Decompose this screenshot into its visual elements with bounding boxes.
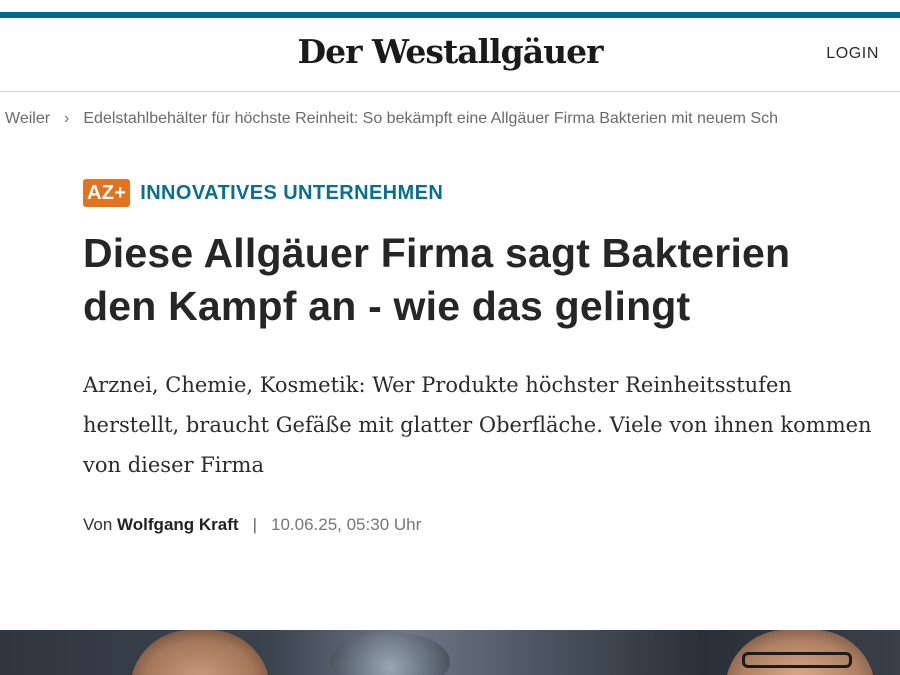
article-byline: Von Wolfgang Kraft | 10.06.25, 05:30 Uhr <box>83 515 421 535</box>
headline-line-1: Diese Allgäuer Firma sagt Bakterien <box>83 230 791 276</box>
breadcrumb-item-weiler[interactable]: Weiler <box>5 110 50 127</box>
steel-vessel-figure <box>330 632 450 675</box>
site-logo[interactable]: Der Westallgäuer <box>0 32 900 71</box>
az-plus-badge: AZ+ <box>83 179 131 207</box>
article-headline: Diese Allgäuer Firma sagt Bakterien den … <box>83 227 873 333</box>
byline-separator: | <box>252 515 257 534</box>
breadcrumb-item-current: Edelstahlbehälter für höchste Reinheit: … <box>83 110 778 127</box>
article-teaser: Arznei, Chemie, Kosmetik: Wer Produkte h… <box>83 373 872 477</box>
author-link[interactable]: Wolfgang Kraft <box>117 515 239 534</box>
byline-prefix: Von <box>83 515 113 534</box>
chevron-right-icon: › <box>64 110 70 127</box>
headline-line-2: den Kampf an - wie das gelingt <box>83 283 691 329</box>
publish-date: 10.06.25, 05:30 Uhr <box>270 515 422 534</box>
kicker-label: INNOVATIVES UNTERNEHMEN <box>140 181 444 204</box>
login-button[interactable]: LOGIN <box>826 45 879 63</box>
article-kicker: AZ+ INNOVATIVES UNTERNEHMEN <box>83 178 443 208</box>
glasses-figure <box>742 652 852 668</box>
breadcrumb: Weiler › Edelstahlbehälter für höchste Rei… <box>5 110 900 134</box>
article-hero-image <box>0 630 900 675</box>
person-left-figure <box>130 630 270 675</box>
site-header: Der Westallgäuer LOGIN <box>0 18 900 92</box>
